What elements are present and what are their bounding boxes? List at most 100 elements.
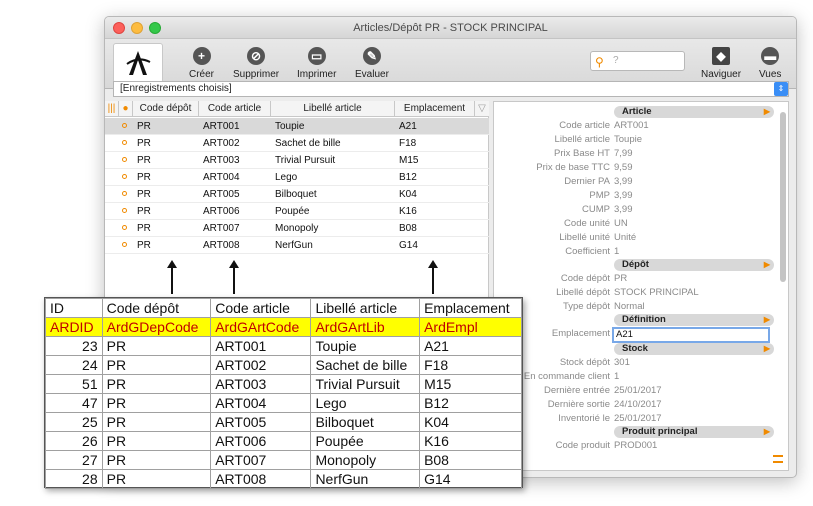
- section-header-article[interactable]: Article ▶: [614, 106, 774, 118]
- table-row[interactable]: PR ART004 Lego B12: [105, 169, 489, 186]
- field-label: Prix de base TTC: [536, 162, 610, 173]
- sql-cell: Code article: [210, 298, 312, 318]
- disclosure-arrow-icon[interactable]: ▶: [764, 426, 770, 438]
- field-value: 25/01/2017: [614, 413, 662, 424]
- section-title: Dépôt: [622, 259, 649, 270]
- section-title: Stock: [622, 343, 648, 354]
- minimize-button[interactable]: [131, 22, 143, 34]
- field-label: Stock dépôt: [559, 357, 610, 368]
- table-row[interactable]: PR ART006 Poupée K16: [105, 203, 489, 220]
- sql-data-row: 51 PR ART003 Trivial Pursuit M15: [45, 374, 522, 394]
- field-value: Unité: [614, 232, 637, 243]
- sql-cell: B12: [419, 393, 522, 413]
- field-value: 25/01/2017: [614, 385, 662, 396]
- col-emplacement[interactable]: Emplacement: [395, 101, 475, 117]
- field-value: 1: [614, 371, 620, 382]
- cell-emplacement: A21: [399, 121, 417, 132]
- sql-data-row: 27 PR ART007 Monopoly B08: [45, 450, 522, 470]
- arrow-up-icon: [229, 260, 239, 294]
- cell-code-article: ART006: [203, 206, 240, 217]
- sql-cell: ART008: [210, 469, 312, 489]
- maximize-button[interactable]: [149, 22, 161, 34]
- row-status-icon: [122, 123, 127, 128]
- table-row[interactable]: PR ART005 Bilboquet K04: [105, 186, 489, 203]
- cell-code-depot: PR: [137, 172, 151, 183]
- field-value: 1: [614, 246, 620, 257]
- detail-field: Dernière sortie 24/10/2017: [494, 398, 790, 412]
- column-menu-icon[interactable]: |||: [105, 101, 119, 117]
- sql-data-row: 26 PR ART006 Poupée K16: [45, 431, 522, 451]
- detail-field: Type dépôt Normal: [494, 300, 790, 314]
- close-button[interactable]: [113, 22, 125, 34]
- cell-emplacement: M15: [399, 155, 419, 166]
- row-status-icon: [122, 208, 127, 213]
- sql-cell: PR: [101, 393, 212, 413]
- create-button[interactable]: + Créer: [189, 41, 214, 80]
- sql-cell: 47: [45, 393, 103, 413]
- disclosure-arrow-icon[interactable]: ▶: [764, 314, 770, 326]
- sort-down-icon[interactable]: ▽: [475, 101, 489, 117]
- views-icon: ▬: [761, 47, 780, 65]
- field-label: Code article: [559, 120, 610, 131]
- section-header-stock[interactable]: Stock ▶: [614, 343, 774, 355]
- delete-label: Supprimer: [233, 69, 280, 80]
- resize-handle-icon[interactable]: [773, 455, 783, 463]
- printer-icon: ▭: [307, 47, 326, 65]
- table-row[interactable]: PR ART003 Trivial Pursuit M15: [105, 152, 489, 169]
- field-value: 301: [614, 357, 630, 368]
- detail-field: Code produit PROD001: [494, 439, 790, 453]
- disclosure-arrow-icon[interactable]: ▶: [764, 259, 770, 271]
- sql-cell: Monopoly: [310, 450, 421, 470]
- record-selector[interactable]: [Enregistrements choisis] ⇕: [113, 81, 789, 97]
- emplacement-input[interactable]: A21: [612, 327, 770, 343]
- row-status-icon: [122, 242, 127, 247]
- col-code-depot[interactable]: Code dépôt: [133, 101, 199, 117]
- field-label: Coefficient: [565, 246, 610, 257]
- navigate-button[interactable]: ◆ Naviguer: [701, 41, 741, 80]
- col-libelle-article[interactable]: Libellé article: [271, 101, 395, 117]
- row-status-icon: [122, 225, 127, 230]
- table-row[interactable]: PR ART001 Toupie A21: [105, 118, 489, 135]
- record-selector-value: [Enregistrements choisis]: [120, 83, 232, 94]
- evaluate-button[interactable]: ✎ Evaluer: [355, 41, 389, 80]
- table-row[interactable]: PR ART008 NerfGun G14: [105, 237, 489, 254]
- app-logo: [113, 43, 163, 83]
- navigate-icon: ◆: [712, 47, 731, 65]
- arrow-up-icon: [428, 260, 438, 294]
- field-label: En commande client: [523, 371, 610, 382]
- disclosure-arrow-icon[interactable]: ▶: [764, 106, 770, 118]
- sql-data-row: 47 PR ART004 Lego B12: [45, 393, 522, 413]
- sql-cell: Trivial Pursuit: [310, 374, 421, 394]
- section-header-produit[interactable]: Produit principal ▶: [614, 426, 774, 438]
- sql-header-row: ID Code dépôt Code article Libellé article E…: [45, 298, 522, 318]
- detail-field: Dernière entrée 25/01/2017: [494, 384, 790, 398]
- delete-button[interactable]: ⊘ Supprimer: [233, 41, 279, 80]
- field-label: PMP: [589, 190, 610, 201]
- table-row[interactable]: PR ART007 Monopoly B08: [105, 220, 489, 237]
- section-header-depot[interactable]: Dépôt ▶: [614, 259, 774, 271]
- search-icon: ⚲: [595, 55, 604, 69]
- sql-cell: F18: [419, 355, 522, 375]
- detail-field: Prix Base HT 7,99: [494, 147, 790, 161]
- sql-cell: 24: [45, 355, 103, 375]
- sql-cell: ART007: [210, 450, 312, 470]
- chevron-updown-icon[interactable]: ⇕: [774, 82, 788, 96]
- cell-code-depot: PR: [137, 240, 151, 251]
- detail-field: Code article ART001: [494, 119, 790, 133]
- cell-code-depot: PR: [137, 223, 151, 234]
- print-button[interactable]: ▭ Imprimer: [297, 41, 336, 80]
- col-code-article[interactable]: Code article: [199, 101, 271, 117]
- search-input[interactable]: ⚲ ?: [590, 51, 685, 71]
- field-value: PROD001: [614, 440, 658, 451]
- section-title: Définition: [622, 314, 666, 325]
- field-label: Libellé dépôt: [556, 287, 610, 298]
- navigate-label: Naviguer: [701, 69, 742, 80]
- sql-cell: PR: [101, 450, 212, 470]
- table-row[interactable]: PR ART002 Sachet de bille F18: [105, 135, 489, 152]
- cell-libelle-article: Sachet de bille: [275, 138, 341, 149]
- field-value: 3,99: [614, 204, 633, 215]
- views-button[interactable]: ▬ Vues: [759, 41, 781, 80]
- field-value: STOCK PRINCIPAL: [614, 287, 699, 298]
- disclosure-arrow-icon[interactable]: ▶: [764, 343, 770, 355]
- section-header-definition[interactable]: Définition ▶: [614, 314, 774, 326]
